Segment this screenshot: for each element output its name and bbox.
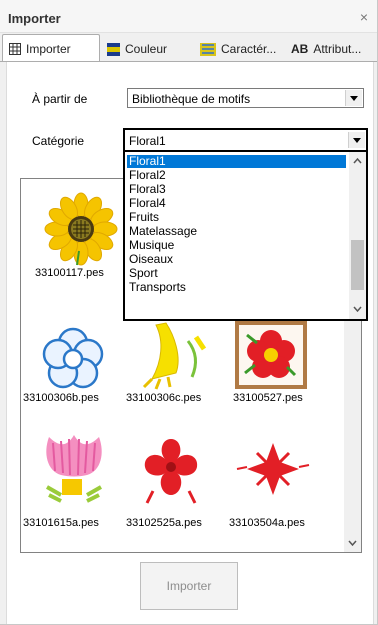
tab-couleur[interactable]: Couleur (101, 36, 193, 62)
character-icon (200, 42, 216, 56)
dropdown-option[interactable]: Fruits (129, 211, 344, 224)
category-value: Floral1 (129, 134, 166, 148)
thumbnail-caption: 33100306c.pes (126, 392, 202, 404)
tab-label: Couleur (125, 42, 168, 56)
tab-label: Caractér... (221, 42, 277, 56)
category-dropdown-list[interactable]: Floral1 Floral2 Floral3 Floral4 Fruits M… (123, 150, 368, 321)
tab-label: Attribut... (313, 42, 362, 56)
chevron-down-icon[interactable] (344, 535, 361, 552)
thumbnail-caption: 33103504a.pes (229, 517, 305, 529)
dropdown-option[interactable]: Sport (129, 267, 344, 280)
dropdown-option[interactable]: Oiseaux (129, 253, 344, 266)
chevron-down-icon[interactable] (348, 132, 365, 148)
tab-attribut[interactable]: AB Attribut... (285, 36, 377, 62)
category-label: Catégorie (32, 134, 85, 148)
thumbnail-33102525a[interactable] (133, 431, 229, 521)
source-value: Bibliothèque de motifs (132, 92, 251, 106)
thumbnail-caption: 33100306b.pes (23, 392, 99, 404)
dropdown-option[interactable]: Floral3 (129, 183, 344, 196)
source-select[interactable]: Bibliothèque de motifs (127, 88, 364, 108)
sunflower-icon (44, 192, 118, 266)
chevron-down-icon[interactable] (349, 302, 366, 316)
thumbnail-caption: 33100527.pes (233, 392, 303, 404)
thumbnail-33100117[interactable] (35, 189, 131, 279)
chevron-up-icon[interactable] (349, 154, 366, 168)
panel-title: Importer (8, 11, 61, 26)
dropdown-option[interactable]: Musique (129, 239, 344, 252)
yellow-bell-flower-icon (142, 322, 207, 390)
dropdown-option[interactable]: Floral4 (129, 197, 344, 210)
import-button[interactable]: Importer (140, 562, 238, 610)
thumbnail-caption: 33100117.pes (35, 267, 104, 279)
importer-panel: Importer × Importer Couleur Caractér... … (0, 0, 378, 625)
chevron-down-icon[interactable] (345, 90, 362, 106)
thumbnail-caption: 33101615a.pes (23, 517, 99, 529)
source-label: À partir de (32, 92, 88, 106)
close-icon[interactable]: × (360, 9, 368, 25)
tab-label: Importer (26, 41, 71, 56)
attribute-icon: AB (291, 42, 309, 56)
red-star-flower-icon (236, 443, 310, 495)
red-flower-icon (144, 439, 198, 504)
thumbnail-33103504a[interactable] (235, 431, 331, 521)
dropdown-option[interactable]: Matelassage (129, 225, 344, 238)
tab-strip: Importer Couleur Caractér... AB Attribut… (0, 34, 377, 62)
color-icon (107, 42, 120, 56)
tab-importer[interactable]: Importer (2, 34, 100, 62)
blue-flower-outline-icon (42, 327, 104, 389)
dropdown-scrollbar[interactable] (349, 152, 366, 319)
tab-caractere[interactable]: Caractér... (194, 36, 284, 62)
dropdown-scroll-thumb[interactable] (351, 240, 364, 290)
thumbnail-caption: 33102525a.pes (126, 517, 202, 529)
dropdown-option[interactable]: Transports (129, 281, 344, 294)
grid-icon (9, 42, 21, 55)
thumbnail-33101615a[interactable] (29, 431, 125, 521)
category-select[interactable]: Floral1 (123, 128, 368, 152)
dropdown-option[interactable]: Floral2 (129, 169, 344, 182)
pink-tulip-icon (46, 435, 102, 503)
framed-red-flower-icon (235, 321, 307, 389)
dropdown-option[interactable]: Floral1 (127, 155, 346, 168)
title-bar: Importer × (0, 0, 377, 33)
